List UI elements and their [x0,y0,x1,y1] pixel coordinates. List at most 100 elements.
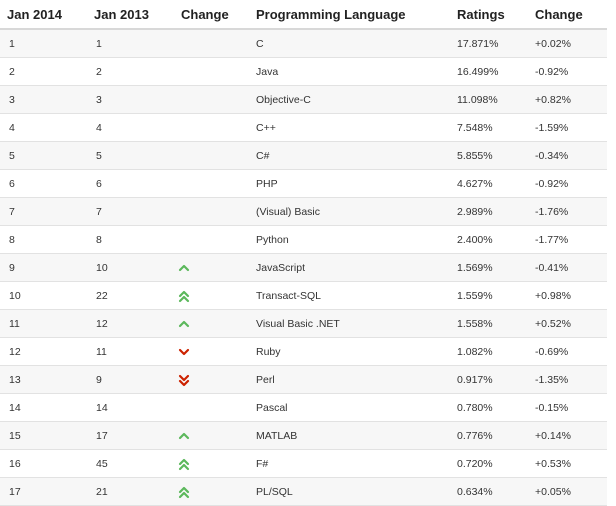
previous-rank: 45 [87,449,174,478]
language-name: C++ [249,113,450,142]
previous-rank: 8 [87,225,174,254]
language-name: Pascal [249,393,450,422]
rating-value: 1.082% [450,337,528,366]
table-row[interactable]: 2 2 Java 16.499% -0.92% [0,57,607,86]
current-rank: 5 [0,141,87,170]
rating-value: 1.559% [450,281,528,310]
table-header: Jan 2014 Jan 2013 Change Programming Lan… [0,0,607,30]
table-row[interactable]: 7 7 (Visual) Basic 2.989% -1.76% [0,197,607,226]
trend-cell [174,477,252,506]
header-ratings[interactable]: Ratings [450,0,528,30]
table-row[interactable]: 14 14 Pascal 0.780% -0.15% [0,393,607,422]
rating-change: +0.05% [528,477,607,506]
rating-change: +0.02% [528,29,607,58]
rating-value: 0.776% [450,421,528,450]
current-rank: 13 [0,365,87,394]
rating-value: 2.400% [450,225,528,254]
rating-change: -0.69% [528,337,607,366]
current-rank: 15 [0,421,87,450]
previous-rank: 6 [87,169,174,198]
rating-value: 17.871% [450,29,528,58]
previous-rank: 9 [87,365,174,394]
current-rank: 17 [0,477,87,506]
current-rank: 7 [0,197,87,226]
trend-cell [174,113,249,142]
trend-down-icon [174,345,252,359]
rating-value: 16.499% [450,57,528,86]
language-name: Transact-SQL [249,281,450,310]
header-previous-rank[interactable]: Jan 2013 [87,0,174,30]
language-name: Perl [249,365,450,394]
previous-rank: 14 [87,393,174,422]
table-row[interactable]: 16 45 F# 0.720% +0.53% [0,449,607,478]
table-row[interactable]: 15 17 MATLAB 0.776% +0.14% [0,421,607,450]
current-rank: 4 [0,113,87,142]
table-row[interactable]: 3 3 Objective-C 11.098% +0.82% [0,85,607,114]
rating-value: 2.989% [450,197,528,226]
trend-up-icon [174,317,252,331]
trend-cell [174,29,249,58]
table-row[interactable]: 1 1 C 17.871% +0.02% [0,29,607,58]
language-name: PL/SQL [249,477,450,506]
current-rank: 8 [0,225,87,254]
table-row[interactable]: 10 22 Transact-SQL 1.559% +0.98% [0,281,607,310]
rating-change: -1.59% [528,113,607,142]
previous-rank: 10 [87,253,174,282]
trend-double-up-icon [174,485,252,499]
rating-change: -0.92% [528,57,607,86]
language-name: Objective-C [249,85,450,114]
trend-cell [174,421,249,450]
tiobe-ranking-table: Jan 2014 Jan 2013 Change Programming Lan… [0,0,607,506]
current-rank: 3 [0,85,87,114]
header-language[interactable]: Programming Language [249,0,450,30]
trend-cell [174,337,252,366]
trend-cell [174,225,249,254]
current-rank: 11 [0,309,87,338]
current-rank: 9 [0,253,87,282]
header-ratings-change[interactable]: Change [528,0,607,30]
rating-change: +0.98% [528,281,607,310]
header-row: Jan 2014 Jan 2013 Change Programming Lan… [0,0,607,30]
rating-value: 4.627% [450,169,528,198]
table-row[interactable]: 4 4 C++ 7.548% -1.59% [0,113,607,142]
header-current-rank[interactable]: Jan 2014 [0,0,87,30]
previous-rank: 22 [87,281,174,310]
trend-cell [174,309,252,338]
table-row[interactable]: 17 21 PL/SQL 0.634% +0.05% [0,477,607,506]
table-row[interactable]: 8 8 Python 2.400% -1.77% [0,225,607,254]
table-row[interactable]: 9 10 JavaScript 1.569% -0.41% [0,253,607,282]
rating-change: -0.92% [528,169,607,198]
rating-change: -1.35% [528,365,607,394]
header-trend[interactable]: Change [174,0,249,30]
trend-cell [174,197,249,226]
table-row[interactable]: 6 6 PHP 4.627% -0.92% [0,169,607,198]
trend-cell [174,85,249,114]
table-row[interactable]: 13 9 Perl 0.917% -1.35% [0,365,607,394]
table-row[interactable]: 11 12 Visual Basic .NET 1.558% +0.52% [0,309,607,338]
trend-cell [174,253,252,282]
rating-value: 0.917% [450,365,528,394]
previous-rank: 3 [87,85,174,114]
table-row[interactable]: 5 5 C# 5.855% -0.34% [0,141,607,170]
trend-double-up-icon [174,457,252,471]
trend-up-icon [174,261,252,275]
previous-rank: 2 [87,57,174,86]
rating-change: -0.15% [528,393,607,422]
current-rank: 10 [0,281,87,310]
language-name: MATLAB [249,421,450,450]
table-row[interactable]: 12 11 Ruby 1.082% -0.69% [0,337,607,366]
language-name: Ruby [249,337,450,366]
language-name: (Visual) Basic [249,197,450,226]
trend-cell [174,281,249,310]
rating-change: +0.82% [528,85,607,114]
rating-value: 1.558% [450,309,528,338]
rating-change: +0.14% [528,421,607,450]
current-rank: 16 [0,449,87,478]
rating-change: -0.34% [528,141,607,170]
rating-value: 1.569% [450,253,528,282]
rating-value: 0.634% [450,477,528,506]
table-body: 1 1 C 17.871% +0.02% 2 2 Java 16.499% -0.92% 3 3 Obj… [0,29,607,506]
language-name: Visual Basic .NET [249,309,450,338]
current-rank: 14 [0,393,87,422]
rating-value: 5.855% [450,141,528,170]
